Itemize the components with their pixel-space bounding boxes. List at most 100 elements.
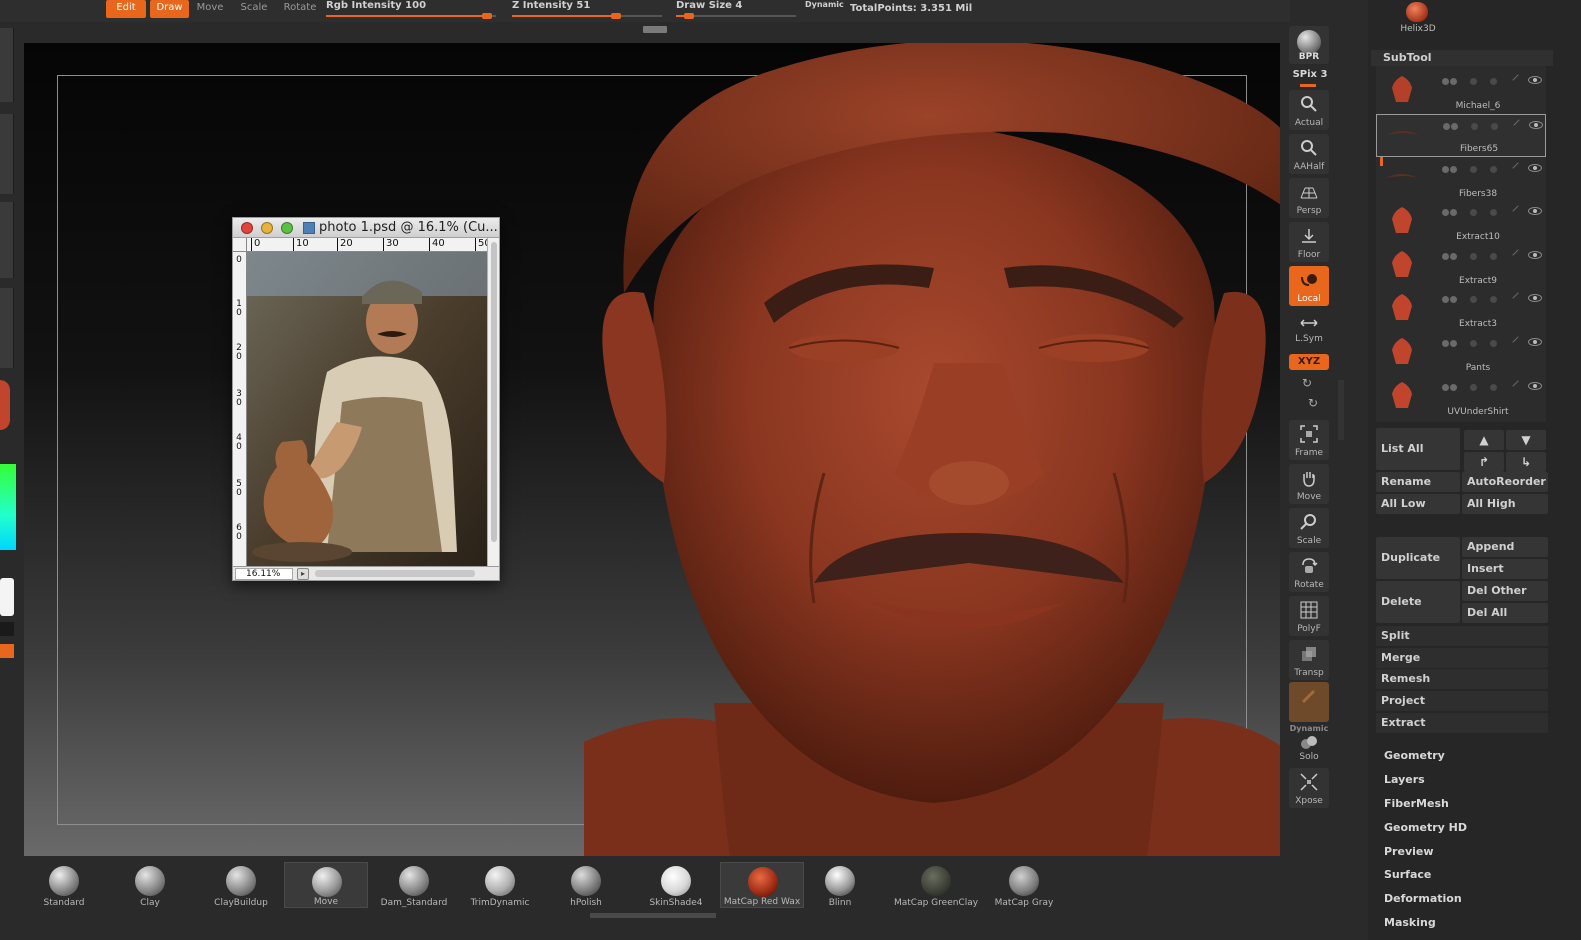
persp-button[interactable]: Persp xyxy=(1289,178,1329,218)
bpr-button[interactable]: BPR xyxy=(1289,26,1329,64)
color-toggle-icon[interactable] xyxy=(1450,296,1457,303)
palette-section-masking[interactable]: Masking xyxy=(1384,916,1436,929)
eye-icon[interactable] xyxy=(1528,294,1542,302)
move-up-alt-button[interactable]: ↱ xyxy=(1464,452,1504,472)
folder-toggle-icon[interactable] xyxy=(1490,253,1497,260)
polypaint-toggle-icon[interactable] xyxy=(1442,166,1449,173)
reference-image-window[interactable]: photo 1.psd @ 16.1% (Cu... 0 10 20 30 40… xyxy=(232,217,500,581)
polypaint-toggle-icon[interactable] xyxy=(1442,296,1449,303)
color-toggle-icon[interactable] xyxy=(1450,209,1457,216)
subtool-item[interactable]: Pants xyxy=(1376,332,1546,375)
subtool-header[interactable]: SubTool xyxy=(1371,50,1553,66)
subtool-item[interactable]: Extract9 xyxy=(1376,245,1546,288)
window-title-bar[interactable]: photo 1.psd @ 16.1% (Cu... xyxy=(233,218,499,238)
subtool-item[interactable]: Extract10 xyxy=(1376,201,1546,244)
pen-icon[interactable] xyxy=(1512,336,1524,348)
draw-size-slider[interactable]: Draw Size 4 xyxy=(676,0,796,20)
frame-button[interactable]: Frame xyxy=(1289,420,1329,460)
polypaint-toggle-icon[interactable] xyxy=(1442,253,1449,260)
brush-standard[interactable]: Standard xyxy=(26,862,102,908)
duplicate-button[interactable]: Duplicate xyxy=(1376,537,1460,579)
lock-toggle-icon[interactable] xyxy=(1470,78,1477,85)
subtool-item[interactable]: Extract3 xyxy=(1376,288,1546,331)
dynamic-toggle[interactable]: Dynamic xyxy=(805,0,844,9)
pen-icon[interactable] xyxy=(1512,249,1524,261)
palette-section-surface[interactable]: Surface xyxy=(1384,868,1431,881)
pen-icon[interactable] xyxy=(1512,205,1524,217)
eye-icon[interactable] xyxy=(1528,382,1542,390)
z-intensity-slider[interactable]: Z Intensity 51 xyxy=(512,0,662,20)
close-window-button[interactable] xyxy=(241,222,253,234)
zoom-level-field[interactable]: 16.11% xyxy=(235,568,293,580)
subtool-item[interactable]: Michael_6 xyxy=(1376,70,1546,113)
brush-move[interactable]: Move xyxy=(284,862,368,908)
folder-toggle-icon[interactable] xyxy=(1490,166,1497,173)
pen-icon[interactable] xyxy=(1512,74,1524,86)
move-down-alt-button[interactable]: ↳ xyxy=(1506,452,1546,472)
rotate-y-icon[interactable]: ↻ xyxy=(1302,376,1316,390)
lock-toggle-icon[interactable] xyxy=(1470,166,1477,173)
brush-dam-standard[interactable]: Dam_Standard xyxy=(372,862,456,908)
spix-slider[interactable] xyxy=(1300,84,1316,87)
rotate-z-icon[interactable]: ↻ xyxy=(1308,396,1322,410)
rotate-mode-button[interactable]: Rotate xyxy=(280,0,320,18)
list-all-button[interactable]: List All xyxy=(1376,428,1460,470)
color-toggle-icon[interactable] xyxy=(1451,123,1458,130)
palette-section-geometry-hd[interactable]: Geometry HD xyxy=(1384,821,1467,834)
tray-divider-handle[interactable] xyxy=(1338,380,1344,440)
edit-button[interactable]: Edit xyxy=(106,0,146,18)
folder-toggle-icon[interactable] xyxy=(1491,123,1498,130)
sculpted-head-model[interactable] xyxy=(584,43,1280,856)
folder-toggle-icon[interactable] xyxy=(1490,384,1497,391)
color-toggle-icon[interactable] xyxy=(1450,253,1457,260)
rotate-view-button[interactable]: Rotate xyxy=(1289,552,1329,592)
spix-setting[interactable]: SPix 3 xyxy=(1290,69,1330,80)
lock-toggle-icon[interactable] xyxy=(1470,253,1477,260)
palette-section-deformation[interactable]: Deformation xyxy=(1384,892,1462,905)
material-swatch[interactable] xyxy=(0,380,10,430)
project-menu[interactable]: Project xyxy=(1376,691,1548,711)
toolbar-drag-handle[interactable] xyxy=(643,26,667,33)
subtool-list[interactable]: Michael_6 Fibers65 Fibers38 Extract10 Extrac… xyxy=(1376,66,1546,422)
eye-icon[interactable] xyxy=(1528,338,1542,346)
color-toggle-icon[interactable] xyxy=(1450,166,1457,173)
palette-section-preview[interactable]: Preview xyxy=(1384,845,1434,858)
move-up-button[interactable]: ▲ xyxy=(1464,430,1504,450)
delete-button[interactable]: Delete xyxy=(1376,581,1460,623)
reference-photo[interactable] xyxy=(247,252,487,566)
pen-icon[interactable] xyxy=(1512,162,1524,174)
xyz-toggle[interactable]: XYZ xyxy=(1289,354,1329,370)
polypaint-toggle-icon[interactable] xyxy=(1442,209,1449,216)
append-button[interactable]: Append xyxy=(1462,537,1548,557)
eye-icon[interactable] xyxy=(1528,251,1542,259)
remesh-menu[interactable]: Remesh xyxy=(1376,669,1548,689)
subtool-item[interactable]: Fibers38 xyxy=(1376,158,1546,201)
xpose-button[interactable]: Xpose xyxy=(1289,768,1329,808)
brush-hpolish[interactable]: hPolish xyxy=(548,862,624,908)
brush-trimdynamic[interactable]: TrimDynamic xyxy=(460,862,540,908)
folder-toggle-icon[interactable] xyxy=(1490,78,1497,85)
color-picker[interactable] xyxy=(0,464,16,550)
lock-toggle-icon[interactable] xyxy=(1470,209,1477,216)
lock-toggle-icon[interactable] xyxy=(1471,123,1478,130)
palette-section-fibermesh[interactable]: FiberMesh xyxy=(1384,797,1449,810)
move-down-button[interactable]: ▼ xyxy=(1506,430,1546,450)
eye-icon[interactable] xyxy=(1529,121,1543,129)
draw-button[interactable]: Draw xyxy=(150,0,189,18)
brush-clay[interactable]: Clay xyxy=(112,862,188,908)
local-button[interactable]: Local xyxy=(1289,266,1329,306)
eye-icon[interactable] xyxy=(1528,164,1542,172)
subtool-item[interactable]: UVUnderShirt xyxy=(1376,376,1546,419)
brush-matcap-greenclay[interactable]: MatCap GreenClay xyxy=(894,862,978,908)
transp-button[interactable]: Transp xyxy=(1289,640,1329,680)
horizontal-ruler[interactable]: 0 10 20 30 40 50 xyxy=(247,238,487,252)
palette-section-geometry[interactable]: Geometry xyxy=(1384,749,1445,762)
solo-button[interactable]: Solo xyxy=(1289,732,1329,764)
eye-icon[interactable] xyxy=(1528,76,1542,84)
zoom-window-button[interactable] xyxy=(281,222,293,234)
folder-toggle-icon[interactable] xyxy=(1490,209,1497,216)
del-other-button[interactable]: Del Other xyxy=(1462,581,1548,601)
split-menu[interactable]: Split xyxy=(1376,626,1548,646)
switch-color-button[interactable] xyxy=(0,644,14,658)
pen-icon[interactable] xyxy=(1513,119,1525,131)
